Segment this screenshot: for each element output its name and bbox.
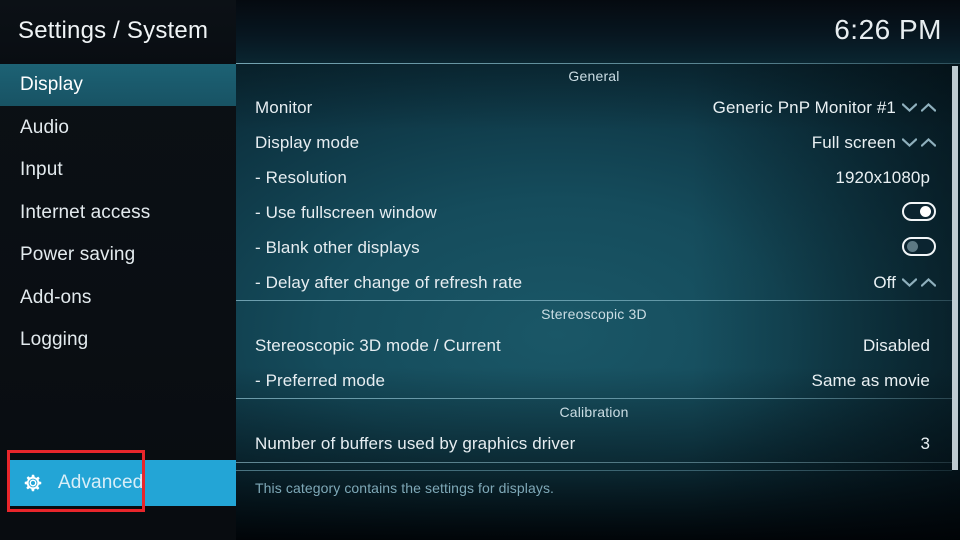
setting-row[interactable]: - Delay after change of refresh rate Off (236, 265, 952, 300)
sidebar-item-label: Display (20, 74, 83, 95)
chevron-down-icon[interactable] (902, 277, 917, 288)
setting-value: 3 (920, 433, 930, 453)
setting-row[interactable]: Number of buffers used by graphics drive… (236, 426, 952, 461)
setting-label: - Resolution (255, 167, 347, 187)
setting-row[interactable]: Monitor Generic PnP Monitor #1 (236, 90, 952, 125)
sidebar-item-label: Input (20, 159, 63, 180)
chevron-up-icon[interactable] (921, 102, 936, 113)
setting-label: Monitor (255, 97, 313, 117)
setting-spinner[interactable] (902, 275, 936, 289)
sidebar-item-input[interactable]: Input (0, 149, 236, 191)
sidebar-item-label: Logging (20, 329, 89, 350)
content-scrollbar-thumb[interactable] (952, 66, 958, 470)
sidebar-item-advanced[interactable]: Advanced (8, 460, 236, 506)
clock: 6:26 PM (834, 14, 942, 45)
chevron-up-icon[interactable] (921, 137, 936, 148)
setting-label: - Preferred mode (255, 370, 386, 390)
section-header: General (568, 68, 620, 84)
section-header: Stereoscopic 3D (541, 306, 647, 322)
header-divider (236, 63, 960, 64)
setting-label: Stereoscopic 3D mode / Current (255, 335, 501, 355)
page-title: Settings / System (18, 17, 209, 44)
toggle-knob (907, 241, 918, 252)
setting-value: 1920x1080p (835, 167, 930, 187)
sidebar-item-label: Internet access (20, 201, 151, 223)
section-divider (236, 300, 952, 301)
sidebar-item-logging[interactable]: Logging (0, 319, 236, 361)
setting-value: Full screen (811, 132, 896, 152)
setting-spinner[interactable] (902, 100, 936, 114)
chevron-down-icon[interactable] (902, 102, 917, 113)
setting-row[interactable]: Stereoscopic 3D mode / Current Disabled (236, 328, 952, 363)
chevron-down-icon[interactable] (902, 137, 917, 148)
sidebar-item-power-saving[interactable]: Power saving (0, 234, 236, 276)
sidebar-item-add-ons[interactable]: Add-ons (0, 277, 236, 319)
footer-divider-bottom (236, 470, 952, 471)
setting-label: - Use fullscreen window (255, 202, 437, 222)
setting-label: Display mode (255, 132, 360, 152)
setting-value: Same as movie (811, 370, 930, 390)
setting-label: Number of buffers used by graphics drive… (255, 433, 576, 453)
setting-row[interactable]: Display mode Full screen (236, 125, 952, 160)
setting-row[interactable]: - Blank other displays (236, 230, 952, 265)
section-header: Calibration (559, 404, 629, 420)
sidebar-item-label: Add-ons (20, 286, 92, 308)
setting-row[interactable]: - Use fullscreen window (236, 195, 952, 230)
setting-value: Disabled (863, 335, 930, 355)
chevron-up-icon[interactable] (921, 277, 936, 288)
sidebar-item-advanced-label: Advanced (58, 472, 144, 493)
setting-label: - Blank other displays (255, 237, 420, 257)
setting-row[interactable]: - Resolution 1920x1080p (236, 160, 952, 195)
sidebar-item-audio[interactable]: Audio (0, 107, 236, 149)
setting-label: - Delay after change of refresh rate (255, 272, 523, 292)
section-divider (236, 398, 952, 399)
settings-content-panel: General Monitor Generic PnP Monitor #1 Disp… (236, 64, 960, 540)
setting-spinner[interactable] (902, 135, 936, 149)
sidebar-item-label: Power saving (20, 244, 136, 265)
toggle-knob (920, 206, 931, 217)
sidebar: Display Audio Input Internet access Power sa… (0, 64, 236, 540)
setting-value: Generic PnP Monitor #1 (712, 97, 896, 117)
content-scrollbar[interactable] (952, 66, 958, 470)
sidebar-item-label: Audio (20, 116, 70, 138)
setting-row[interactable]: - Preferred mode Same as movie (236, 363, 952, 398)
header-bar: Settings / System 6:26 PM (0, 0, 960, 64)
sidebar-item-internet-access[interactable]: Internet access (0, 192, 236, 234)
kodi-settings-screen: Settings / System 6:26 PM Display Audio In… (0, 0, 960, 540)
setting-toggle[interactable] (902, 202, 936, 221)
category-description: This category contains the settings for … (255, 480, 555, 496)
setting-value: Off (873, 272, 896, 292)
footer-divider-top (236, 462, 952, 463)
setting-toggle[interactable] (902, 237, 936, 256)
sidebar-item-display[interactable]: Display (0, 64, 236, 106)
gear-icon (24, 474, 42, 492)
